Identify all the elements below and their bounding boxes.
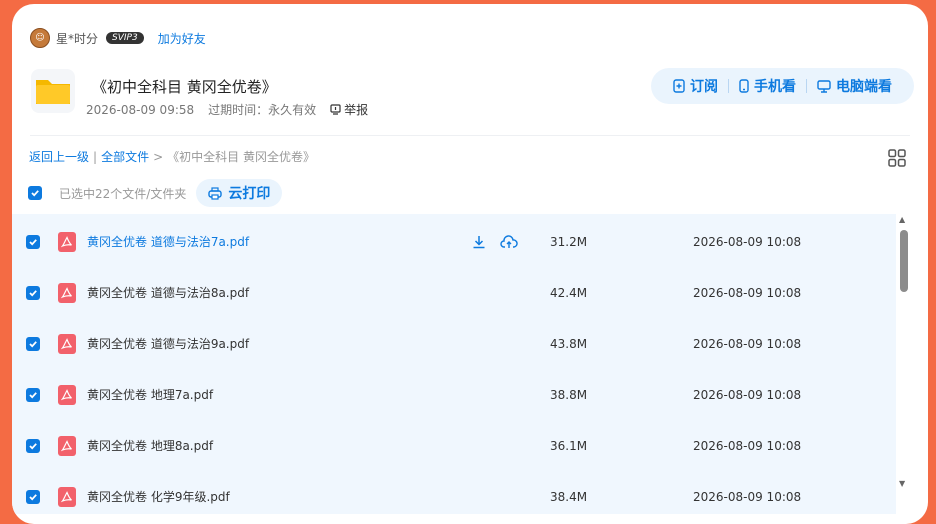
scrollbar-thumb[interactable]	[900, 230, 908, 292]
row-checkbox[interactable]	[26, 336, 40, 351]
check-icon	[31, 190, 39, 197]
row-actions	[472, 234, 518, 249]
expiry-text: 过期时间：永久有效	[208, 103, 317, 117]
breadcrumb: 返回上一级 | 全部文件 > 《初中全科目 黄冈全优卷》	[29, 148, 315, 165]
check-icon	[29, 391, 37, 399]
download-icon[interactable]	[472, 235, 486, 249]
row-checkbox[interactable]	[26, 234, 40, 249]
pdf-file-icon	[58, 282, 76, 303]
cloud-save-icon[interactable]	[500, 234, 518, 249]
file-date: 2026-08-09 10:08	[693, 285, 802, 300]
user-name[interactable]: 星*时分	[56, 30, 98, 47]
pdf-file-icon	[58, 333, 76, 354]
file-row[interactable]: 黄冈全优卷 道德与法治9a.pdf 43.8M 2026-08-09 10:08	[12, 318, 896, 369]
file-row[interactable]: 黄冈全优卷 道德与法治8a.pdf 42.4M 2026-08-09 10:08	[12, 267, 896, 318]
all-files-link[interactable]: 全部文件	[101, 148, 149, 165]
row-checkbox[interactable]	[26, 387, 40, 402]
file-row[interactable]: 黄冈全优卷 地理8a.pdf 36.1M 2026-08-09 10:08	[12, 420, 896, 471]
pdf-file-icon	[58, 435, 76, 456]
vip-badge: SVIP3	[106, 32, 144, 44]
row-checkbox[interactable]	[26, 489, 40, 504]
subscribe-icon	[673, 79, 685, 93]
select-all-checkbox[interactable]	[28, 186, 42, 200]
report-icon	[330, 104, 341, 115]
file-date: 2026-08-09 10:08	[693, 387, 802, 402]
row-checkbox[interactable]	[26, 438, 40, 453]
folder-title: 《初中全科目 黄冈全优卷》	[92, 78, 277, 96]
report-link[interactable]: 举报	[330, 101, 368, 118]
breadcrumb-separator: >	[153, 149, 164, 164]
share-panel: ☺ 星*时分 SVIP3 加为好友 《初中全科目 黄冈全优卷》 2026-08-…	[12, 4, 928, 524]
pc-view-button[interactable]: 电脑端看	[807, 76, 902, 96]
cloud-print-label: 云打印	[228, 186, 271, 202]
file-row[interactable]: 黄冈全优卷 道德与法治7a.pdf 31.2M 2026-08-09 10:08	[12, 216, 896, 267]
pdf-file-icon	[58, 231, 76, 252]
file-size: 36.1M	[550, 438, 588, 453]
check-icon	[29, 493, 37, 501]
pdf-file-icon	[58, 384, 76, 405]
file-row[interactable]: 黄冈全优卷 地理7a.pdf 38.8M 2026-08-09 10:08	[12, 369, 896, 420]
check-icon	[29, 289, 37, 297]
file-row[interactable]: 黄冈全优卷 化学9年级.pdf 38.4M 2026-08-09 10:08	[12, 471, 896, 522]
printer-icon	[208, 186, 223, 200]
phone-icon	[739, 79, 749, 93]
phone-view-button[interactable]: 手机看	[729, 76, 806, 96]
back-link[interactable]: 返回上一级	[29, 148, 89, 165]
check-icon	[29, 442, 37, 450]
check-icon	[29, 238, 37, 246]
file-name[interactable]: 黄冈全优卷 地理8a.pdf	[87, 437, 213, 454]
report-label: 举报	[344, 103, 369, 117]
file-name[interactable]: 黄冈全优卷 道德与法治8a.pdf	[87, 284, 249, 301]
file-size: 43.8M	[550, 336, 588, 351]
pdf-file-icon	[58, 486, 76, 507]
user-row: ☺ 星*时分 SVIP3 加为好友	[30, 28, 206, 48]
check-icon	[29, 340, 37, 348]
file-name[interactable]: 黄冈全优卷 地理7a.pdf	[87, 386, 213, 403]
action-bar: 订阅 手机看 电脑端看	[651, 68, 914, 104]
header-divider	[30, 135, 910, 136]
folder-meta: 2026-08-09 09:58 过期时间：永久有效 举报	[86, 101, 368, 118]
file-size: 42.4M	[550, 285, 588, 300]
grid-view-icon[interactable]	[888, 149, 906, 167]
row-checkbox[interactable]	[26, 285, 40, 300]
share-date: 2026-08-09 09:58	[86, 102, 195, 117]
avatar[interactable]: ☺	[30, 28, 50, 48]
subscribe-button[interactable]: 订阅	[663, 76, 728, 96]
file-size: 31.2M	[550, 234, 588, 249]
file-list: 黄冈全优卷 道德与法治7a.pdf 31.2M 2026-08-09 10:08…	[12, 214, 896, 514]
phone-view-label: 手机看	[754, 79, 796, 95]
selection-row: 已选中22个文件/文件夹 云打印	[28, 178, 283, 208]
pc-view-label: 电脑端看	[836, 79, 892, 95]
file-date: 2026-08-09 10:08	[693, 438, 802, 453]
folder-icon	[31, 69, 75, 113]
subscribe-label: 订阅	[690, 79, 718, 95]
scroll-down-icon[interactable]: ▼	[899, 479, 905, 488]
file-name[interactable]: 黄冈全优卷 化学9年级.pdf	[87, 488, 230, 505]
monitor-icon	[817, 79, 831, 93]
file-size: 38.4M	[550, 489, 588, 504]
file-size: 38.8M	[550, 387, 588, 402]
cloud-print-button[interactable]: 云打印	[196, 179, 283, 207]
add-friend-link[interactable]: 加为好友	[158, 30, 206, 47]
breadcrumb-separator: |	[93, 149, 98, 164]
file-name[interactable]: 黄冈全优卷 道德与法治9a.pdf	[87, 335, 249, 352]
breadcrumb-current: 《初中全科目 黄冈全优卷》	[167, 150, 315, 164]
scroll-up-icon[interactable]: ▲	[899, 215, 905, 224]
file-name[interactable]: 黄冈全优卷 道德与法治7a.pdf	[87, 233, 249, 250]
selection-count: 已选中22个文件/文件夹	[59, 186, 187, 201]
file-date: 2026-08-09 10:08	[693, 489, 802, 504]
file-date: 2026-08-09 10:08	[693, 336, 802, 351]
file-date: 2026-08-09 10:08	[693, 234, 802, 249]
